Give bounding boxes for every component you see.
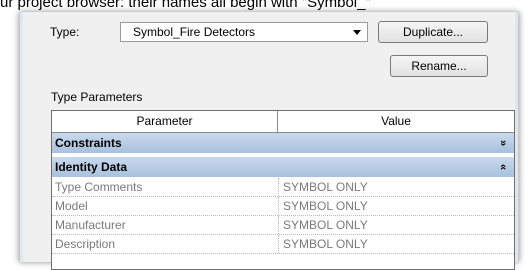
column-header-parameter[interactable]: Parameter	[52, 111, 278, 132]
table-row[interactable]: Description SYMBOL ONLY	[52, 235, 514, 254]
column-header-value[interactable]: Value	[278, 111, 514, 131]
duplicate-button[interactable]: Duplicate...	[378, 21, 488, 43]
group-label: Identity Data	[55, 160, 128, 174]
parameter-name: Model	[55, 199, 88, 213]
group-label: Constraints	[55, 136, 122, 150]
expand-chevron-icon[interactable]: «	[493, 164, 513, 170]
group-identity-data[interactable]: Identity Data «	[52, 157, 514, 178]
parameter-value[interactable]: SYMBOL ONLY	[278, 197, 514, 215]
parameter-value[interactable]: SYMBOL ONLY	[278, 178, 514, 196]
table-row[interactable]: Type Comments SYMBOL ONLY	[52, 178, 514, 197]
caption-text: ur project browser: their names all begi…	[0, 0, 371, 11]
parameter-value[interactable]: SYMBOL ONLY	[278, 235, 514, 253]
parameter-value[interactable]: SYMBOL ONLY	[278, 216, 514, 234]
type-parameters-table: Parameter Value Constraints » Identity D…	[51, 110, 515, 270]
type-parameters-label: Type Parameters	[51, 90, 143, 104]
rename-button[interactable]: Rename...	[390, 55, 488, 77]
parameter-name: Description	[55, 237, 116, 251]
collapse-chevron-icon[interactable]: »	[493, 140, 513, 146]
type-label: Type:	[50, 25, 80, 39]
table-header: Parameter Value	[52, 111, 514, 133]
group-constraints[interactable]: Constraints »	[52, 133, 514, 154]
type-properties-dialog: Type: Symbol_Fire Detectors Duplicate...…	[19, 12, 519, 270]
type-dropdown-value: Symbol_Fire Detectors	[133, 25, 256, 39]
table-row[interactable]: Model SYMBOL ONLY	[52, 197, 514, 216]
parameter-name: Type Comments	[55, 180, 143, 194]
dropdown-arrow-icon[interactable]	[353, 30, 361, 35]
table-row[interactable]: Manufacturer SYMBOL ONLY	[52, 216, 514, 235]
type-dropdown[interactable]: Symbol_Fire Detectors	[120, 22, 368, 42]
parameter-name: Manufacturer	[55, 218, 126, 232]
